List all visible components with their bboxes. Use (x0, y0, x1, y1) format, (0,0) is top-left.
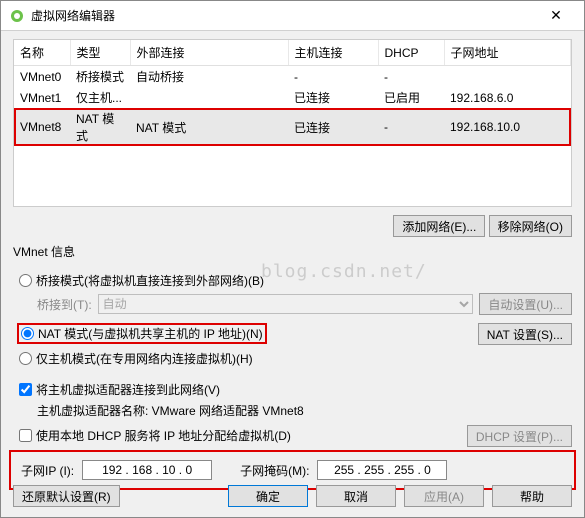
subnet-ip-label: 子网IP (I): (21, 462, 74, 479)
col-subnet[interactable]: 子网地址 (444, 40, 571, 66)
table-row[interactable]: VMnet0桥接模式自动桥接-- (14, 66, 571, 88)
restore-defaults-button[interactable]: 还原默认设置(R) (13, 485, 120, 507)
bridge-radio[interactable] (19, 274, 32, 287)
col-ext[interactable]: 外部连接 (130, 40, 288, 66)
nat-radio-label: NAT 模式(与虚拟机共享主机的 IP 地址)(N) (38, 325, 263, 342)
table-row[interactable]: VMnet1仅主机...已连接已启用192.168.6.0 (14, 87, 571, 108)
cancel-button[interactable]: 取消 (316, 485, 396, 507)
auto-settings-button: 自动设置(U)... (479, 293, 572, 315)
subnet-mask-input[interactable] (317, 460, 447, 480)
nat-settings-button[interactable]: NAT 设置(S)... (478, 323, 572, 345)
dhcp-check-label: 使用本地 DHCP 服务将 IP 地址分配给虚拟机(D) (36, 427, 291, 444)
nat-radio[interactable] (21, 327, 34, 340)
window-title: 虚拟网络编辑器 (31, 7, 536, 24)
hostonly-radio-label: 仅主机模式(在专用网络内连接虚拟机)(H) (36, 350, 253, 367)
add-network-button[interactable]: 添加网络(E)... (393, 215, 485, 237)
apply-button: 应用(A) (404, 485, 484, 507)
adapter-name-label: 主机虚拟适配器名称: VMware 网络适配器 VMnet8 (37, 404, 304, 418)
col-dhcp[interactable]: DHCP (378, 40, 444, 66)
bridge-to-label: 桥接到(T): (37, 296, 92, 313)
dhcp-check[interactable] (19, 429, 32, 442)
col-host[interactable]: 主机连接 (288, 40, 378, 66)
close-icon[interactable]: ✕ (536, 7, 576, 24)
dhcp-settings-button: DHCP 设置(P)... (467, 425, 572, 447)
col-name[interactable]: 名称 (14, 40, 70, 66)
subnet-mask-label: 子网掩码(M): (240, 462, 309, 479)
connect-host-check[interactable] (19, 383, 32, 396)
network-table[interactable]: 名称 类型 外部连接 主机连接 DHCP 子网地址 VMnet0桥接模式自动桥接… (13, 39, 572, 207)
subnet-ip-input[interactable] (82, 460, 212, 480)
remove-network-button[interactable]: 移除网络(O) (489, 215, 572, 237)
hostonly-radio[interactable] (19, 352, 32, 365)
col-type[interactable]: 类型 (70, 40, 130, 66)
bridge-radio-label: 桥接模式(将虚拟机直接连接到外部网络)(B) (36, 272, 264, 289)
connect-host-label: 将主机虚拟适配器连接到此网络(V) (36, 381, 220, 398)
app-icon (9, 8, 25, 24)
vmnet-info-label: VMnet 信息 (13, 243, 572, 260)
help-button[interactable]: 帮助 (492, 485, 572, 507)
bridge-to-select: 自动 (98, 294, 474, 314)
table-row-selected[interactable]: VMnet8NAT 模式NAT 模式已连接-192.168.10.0 (14, 108, 571, 146)
ok-button[interactable]: 确定 (228, 485, 308, 507)
